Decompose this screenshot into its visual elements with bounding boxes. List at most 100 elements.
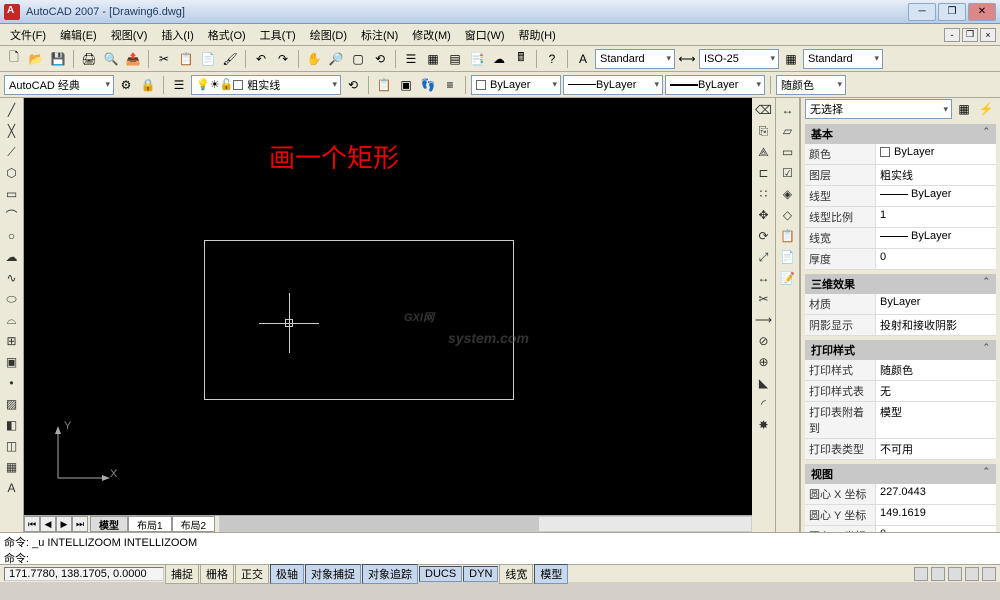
- mdi-restore-button[interactable]: ❐: [962, 28, 978, 42]
- print-icon[interactable]: 🖨: [79, 49, 99, 69]
- menu-help[interactable]: 帮助(H): [513, 25, 562, 45]
- area-icon[interactable]: ▱: [778, 121, 798, 141]
- prop-row[interactable]: 圆心 Z 坐标0: [805, 526, 996, 532]
- line-icon[interactable]: ╱: [2, 100, 22, 120]
- textstyle-icon[interactable]: A: [573, 49, 593, 69]
- save-icon[interactable]: 💾: [48, 49, 68, 69]
- prop-group-header[interactable]: 视图⌃: [805, 464, 996, 484]
- dimstyle-combo[interactable]: ISO-25: [699, 49, 779, 69]
- pline-icon[interactable]: ⟋: [2, 142, 22, 162]
- gradient-icon[interactable]: ◧: [2, 415, 22, 435]
- prop-value[interactable]: 粗实线: [875, 165, 996, 185]
- menu-edit[interactable]: 编辑(E): [54, 25, 103, 45]
- redo-icon[interactable]: ↷: [273, 49, 293, 69]
- prop-group-header[interactable]: 基本⌃: [805, 124, 996, 144]
- h-scrollbar[interactable]: [219, 516, 752, 532]
- undo-icon[interactable]: ↶: [251, 49, 271, 69]
- menu-file[interactable]: 文件(F): [4, 25, 52, 45]
- togglepick-icon[interactable]: ▦: [954, 99, 974, 119]
- prop-row[interactable]: 线型 ByLayer: [805, 186, 996, 207]
- menu-format[interactable]: 格式(O): [202, 25, 252, 45]
- region-icon[interactable]: ◫: [2, 436, 22, 456]
- publish-icon[interactable]: 📤: [123, 49, 143, 69]
- hatch-icon[interactable]: ▨: [2, 394, 22, 414]
- prop-row[interactable]: 线宽 ByLayer: [805, 228, 996, 249]
- layoff-icon[interactable]: ◇: [778, 205, 798, 225]
- prop-value[interactable]: 无: [875, 381, 996, 401]
- open-icon[interactable]: 📂: [26, 49, 46, 69]
- array-icon[interactable]: ∷: [754, 184, 774, 204]
- layiso-icon[interactable]: ◈: [778, 184, 798, 204]
- prop-row[interactable]: 打印表类型不可用: [805, 439, 996, 460]
- prop-value[interactable]: ByLayer: [875, 294, 996, 314]
- linetype-combo[interactable]: ByLayer: [563, 75, 663, 95]
- lwt-button[interactable]: 线宽: [499, 564, 533, 584]
- maximize-button[interactable]: ❐: [938, 3, 966, 21]
- prop-row[interactable]: 打印样式表无: [805, 381, 996, 402]
- extend-icon[interactable]: ⟶: [754, 310, 774, 330]
- layer-iso-icon[interactable]: ▣: [396, 75, 416, 95]
- circle-icon[interactable]: ○: [2, 226, 22, 246]
- paste-icon[interactable]: 📄: [198, 49, 218, 69]
- prop-row[interactable]: 颜色ByLayer: [805, 144, 996, 165]
- layer-match-icon[interactable]: ≡: [440, 75, 460, 95]
- coords-display[interactable]: 171.7780, 138.1705, 0.0000: [4, 567, 164, 581]
- layer-state-icon[interactable]: 📋: [374, 75, 394, 95]
- tab-first-icon[interactable]: ⏮: [24, 516, 40, 532]
- pan-icon[interactable]: ✋: [304, 49, 324, 69]
- mdi-minimize-button[interactable]: -: [944, 28, 960, 42]
- point-icon[interactable]: •: [2, 373, 22, 393]
- grid-button[interactable]: 栅格: [200, 564, 234, 584]
- prop-value[interactable]: 不可用: [875, 439, 996, 459]
- quickselect-icon[interactable]: ⚡: [976, 99, 996, 119]
- copy2-icon[interactable]: 📋: [778, 226, 798, 246]
- prop-group-header[interactable]: 三维效果⌃: [805, 274, 996, 294]
- otrack-button[interactable]: 对象追踪: [362, 564, 418, 584]
- tab-prev-icon[interactable]: ◀: [40, 516, 56, 532]
- help-icon[interactable]: ?: [542, 49, 562, 69]
- tray-lock-icon[interactable]: [965, 567, 979, 581]
- new-icon[interactable]: 🗋: [4, 49, 24, 69]
- erase-icon[interactable]: ⌫: [754, 100, 774, 120]
- tab-model[interactable]: 模型: [90, 516, 128, 532]
- table-icon[interactable]: ▦: [2, 457, 22, 477]
- prop-row[interactable]: 材质ByLayer: [805, 294, 996, 315]
- dcenter-icon[interactable]: ▦: [423, 49, 443, 69]
- color-combo[interactable]: ByLayer: [471, 75, 561, 95]
- rotate-icon[interactable]: ⟳: [754, 226, 774, 246]
- distance-icon[interactable]: ↔: [778, 100, 798, 120]
- workspace-settings-icon[interactable]: ⚙: [116, 75, 136, 95]
- prop-row[interactable]: 线型比例1: [805, 207, 996, 228]
- dimstyle-icon[interactable]: ⟷: [677, 49, 697, 69]
- xline-icon[interactable]: ╳: [2, 121, 22, 141]
- model-button[interactable]: 模型: [534, 564, 568, 584]
- prop-row[interactable]: 打印样式随颜色: [805, 360, 996, 381]
- match-icon[interactable]: 🖌: [220, 49, 240, 69]
- qselect-icon[interactable]: ☑: [778, 163, 798, 183]
- mdi-close-button[interactable]: ×: [980, 28, 996, 42]
- prop-value[interactable]: 0: [875, 249, 996, 269]
- prop-value[interactable]: ByLayer: [875, 186, 996, 206]
- copy-icon[interactable]: 📋: [176, 49, 196, 69]
- explode-icon[interactable]: ✸: [754, 415, 774, 435]
- workspace-lock-icon[interactable]: 🔒: [138, 75, 158, 95]
- tab-layout2[interactable]: 布局2: [172, 516, 216, 532]
- fillet-icon[interactable]: ◜: [754, 394, 774, 414]
- dyn-button[interactable]: DYN: [463, 566, 498, 582]
- select-icon[interactable]: ▭: [778, 142, 798, 162]
- calc-icon[interactable]: 🖩: [511, 49, 531, 69]
- trim-icon[interactable]: ✂: [754, 289, 774, 309]
- ducs-button[interactable]: DUCS: [419, 566, 462, 582]
- chamfer-icon[interactable]: ◣: [754, 373, 774, 393]
- tab-last-icon[interactable]: ⏭: [72, 516, 88, 532]
- note-icon[interactable]: 📝: [778, 268, 798, 288]
- tablestyle-combo[interactable]: Standard: [803, 49, 883, 69]
- layer-combo[interactable]: 💡 ☀ 🔓 粗实线: [191, 75, 341, 95]
- osnap-button[interactable]: 对象捕捉: [305, 564, 361, 584]
- properties-icon[interactable]: ☰: [401, 49, 421, 69]
- ellipse-icon[interactable]: ⬭: [2, 289, 22, 309]
- stretch-icon[interactable]: ↔: [754, 268, 774, 288]
- tray-icon-2[interactable]: [931, 567, 945, 581]
- tray-icon-3[interactable]: [948, 567, 962, 581]
- workspace-combo[interactable]: AutoCAD 经典: [4, 75, 114, 95]
